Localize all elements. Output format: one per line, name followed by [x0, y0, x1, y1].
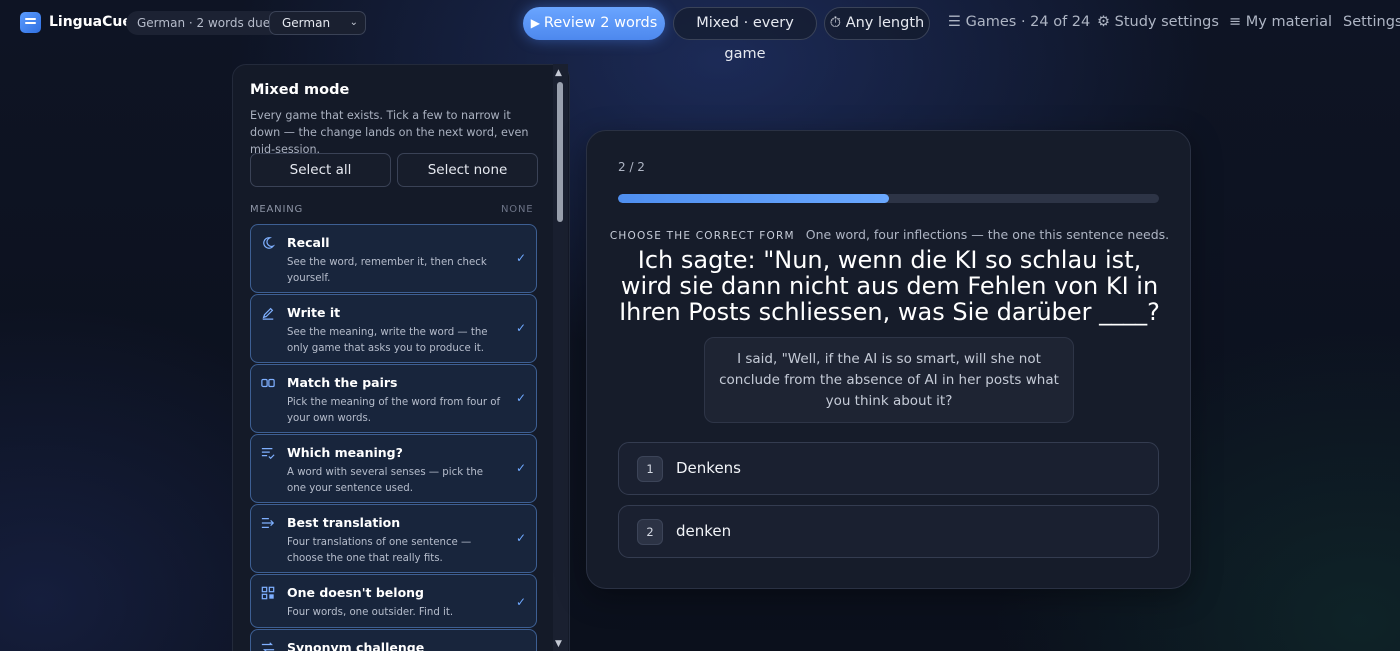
game-desc: A word with several senses — pick the on… — [287, 467, 484, 494]
language-select-value: German — [282, 16, 331, 30]
due-words-badge: German · 2 words due — [126, 11, 282, 35]
pairs-icon — [261, 378, 275, 388]
scrollbar-thumb[interactable] — [557, 82, 563, 222]
scroll-up-icon[interactable]: ▲ — [555, 68, 562, 78]
nav-games-label: Games · 24 of 24 — [965, 14, 1091, 30]
game-name: Best translation — [287, 515, 401, 530]
moon-icon — [263, 237, 275, 249]
game-name: One doesn't belong — [287, 585, 425, 600]
chevron-down-icon: ⌄ — [349, 17, 358, 28]
select-all-button[interactable]: Select all — [250, 153, 391, 187]
grid-icon — [261, 586, 275, 600]
nav-settings[interactable]: Settings — [1343, 14, 1400, 30]
answer-option-1[interactable]: 1 Denkens — [618, 442, 1159, 495]
app-logo-icon[interactable] — [20, 12, 41, 33]
question-counter: 2 / 2 — [618, 160, 645, 174]
progress-bar — [618, 194, 1159, 203]
panel-description: Every game that exists. Tick a few to na… — [250, 109, 529, 156]
check-icon: ✓ — [515, 595, 526, 609]
review-button[interactable]: ▶ Review 2 words — [523, 7, 665, 40]
option-text: denken — [676, 522, 732, 540]
list-check-icon — [261, 448, 275, 460]
game-desc: See the word, remember it, then check yo… — [287, 257, 487, 284]
answer-option-2[interactable]: 2 denken — [618, 505, 1159, 558]
progress-fill — [618, 194, 889, 203]
scroll-down-icon[interactable]: ▼ — [555, 639, 562, 649]
game-name: Match the pairs — [287, 375, 398, 390]
timer-icon: ⏱ — [829, 15, 842, 31]
check-icon: ✓ — [515, 391, 526, 405]
games-icon: ☰ — [948, 14, 961, 30]
panel-title: Mixed mode — [250, 82, 350, 98]
check-icon: ✓ — [515, 321, 526, 335]
game-card-recall[interactable]: Recall See the word, remember it, then c… — [250, 224, 537, 293]
game-desc: Four translations of one sentence — choo… — [287, 537, 472, 564]
section-label-meaning: MEANING — [250, 204, 304, 215]
review-button-label: Review 2 words — [543, 15, 658, 31]
length-button[interactable]: ⏱ Any length — [824, 7, 930, 40]
check-icon: ✓ — [515, 251, 526, 265]
game-name: Write it — [287, 305, 341, 320]
game-card-match-pairs[interactable]: Match the pairs Pick the meaning of the … — [250, 364, 537, 433]
nav-my-material-label: My material — [1245, 14, 1332, 30]
game-name: Which meaning? — [287, 445, 403, 460]
mixed-mode-panel: Mixed mode Every game that exists. Tick … — [232, 64, 570, 651]
app-brand[interactable]: LinguaCue — [49, 14, 132, 30]
sentence-translation: I said, "Well, if the AI is so smart, wi… — [704, 337, 1074, 423]
exercise-sentence: Ich sagte: "Nun, wenn die KI so schlau i… — [619, 246, 1160, 326]
check-icon: ✓ — [515, 531, 526, 545]
game-name: Synonym challenge — [287, 640, 425, 651]
game-card-synonym-challenge[interactable]: Synonym challenge ✓ — [250, 629, 537, 651]
prompt-tag: CHOOSE THE CORRECT FORM — [609, 230, 795, 242]
game-desc: Four words, one outsider. Find it. — [287, 607, 454, 618]
language-select[interactable]: German ⌄ — [269, 11, 366, 35]
game-card-best-translation[interactable]: Best translation Four translations of on… — [250, 504, 537, 573]
game-desc: Pick the meaning of the word from four o… — [287, 397, 501, 424]
nav-my-material[interactable]: ≡ My material — [1229, 14, 1332, 30]
game-card-one-doesnt-belong[interactable]: One doesn't belong Four words, one outsi… — [250, 574, 537, 628]
game-name: Recall — [287, 235, 330, 250]
section-none-link[interactable]: NONE — [501, 204, 533, 215]
game-card-which-meaning[interactable]: Which meaning? A word with several sense… — [250, 434, 537, 503]
select-none-button[interactable]: Select none — [397, 153, 538, 187]
play-icon: ▶ — [530, 16, 540, 30]
option-key: 2 — [637, 519, 663, 545]
option-text: Denkens — [676, 459, 741, 477]
option-key: 1 — [637, 456, 663, 482]
exercise-card: 2 / 2 CHOOSE THE CORRECT FORM One word, … — [586, 130, 1191, 589]
game-card-write-it[interactable]: Write it See the meaning, write the word… — [250, 294, 537, 363]
game-desc: See the meaning, write the word — the on… — [287, 327, 488, 354]
length-button-label: Any length — [845, 15, 925, 31]
check-icon: ✓ — [515, 461, 526, 475]
mode-button-label: Mixed · every game — [696, 15, 794, 62]
nav-study-settings[interactable]: ⚙ Study settings — [1097, 14, 1219, 30]
pencil-icon — [262, 307, 274, 320]
material-icon: ≡ — [1229, 14, 1242, 30]
prompt-line: CHOOSE THE CORRECT FORM One word, four i… — [587, 224, 1192, 243]
swap-icon — [261, 642, 275, 651]
nav-study-settings-label: Study settings — [1114, 14, 1219, 30]
top-bar: LinguaCue German · 2 words due German ⌄ … — [0, 0, 1400, 62]
nav-games[interactable]: ☰ Games · 24 of 24 — [948, 14, 1090, 30]
mode-button[interactable]: Mixed · every game — [673, 7, 817, 62]
list-arrow-icon — [261, 518, 275, 528]
gear-icon: ⚙ — [1097, 14, 1110, 30]
prompt-hint: One word, four inflections — the one thi… — [805, 227, 1170, 242]
